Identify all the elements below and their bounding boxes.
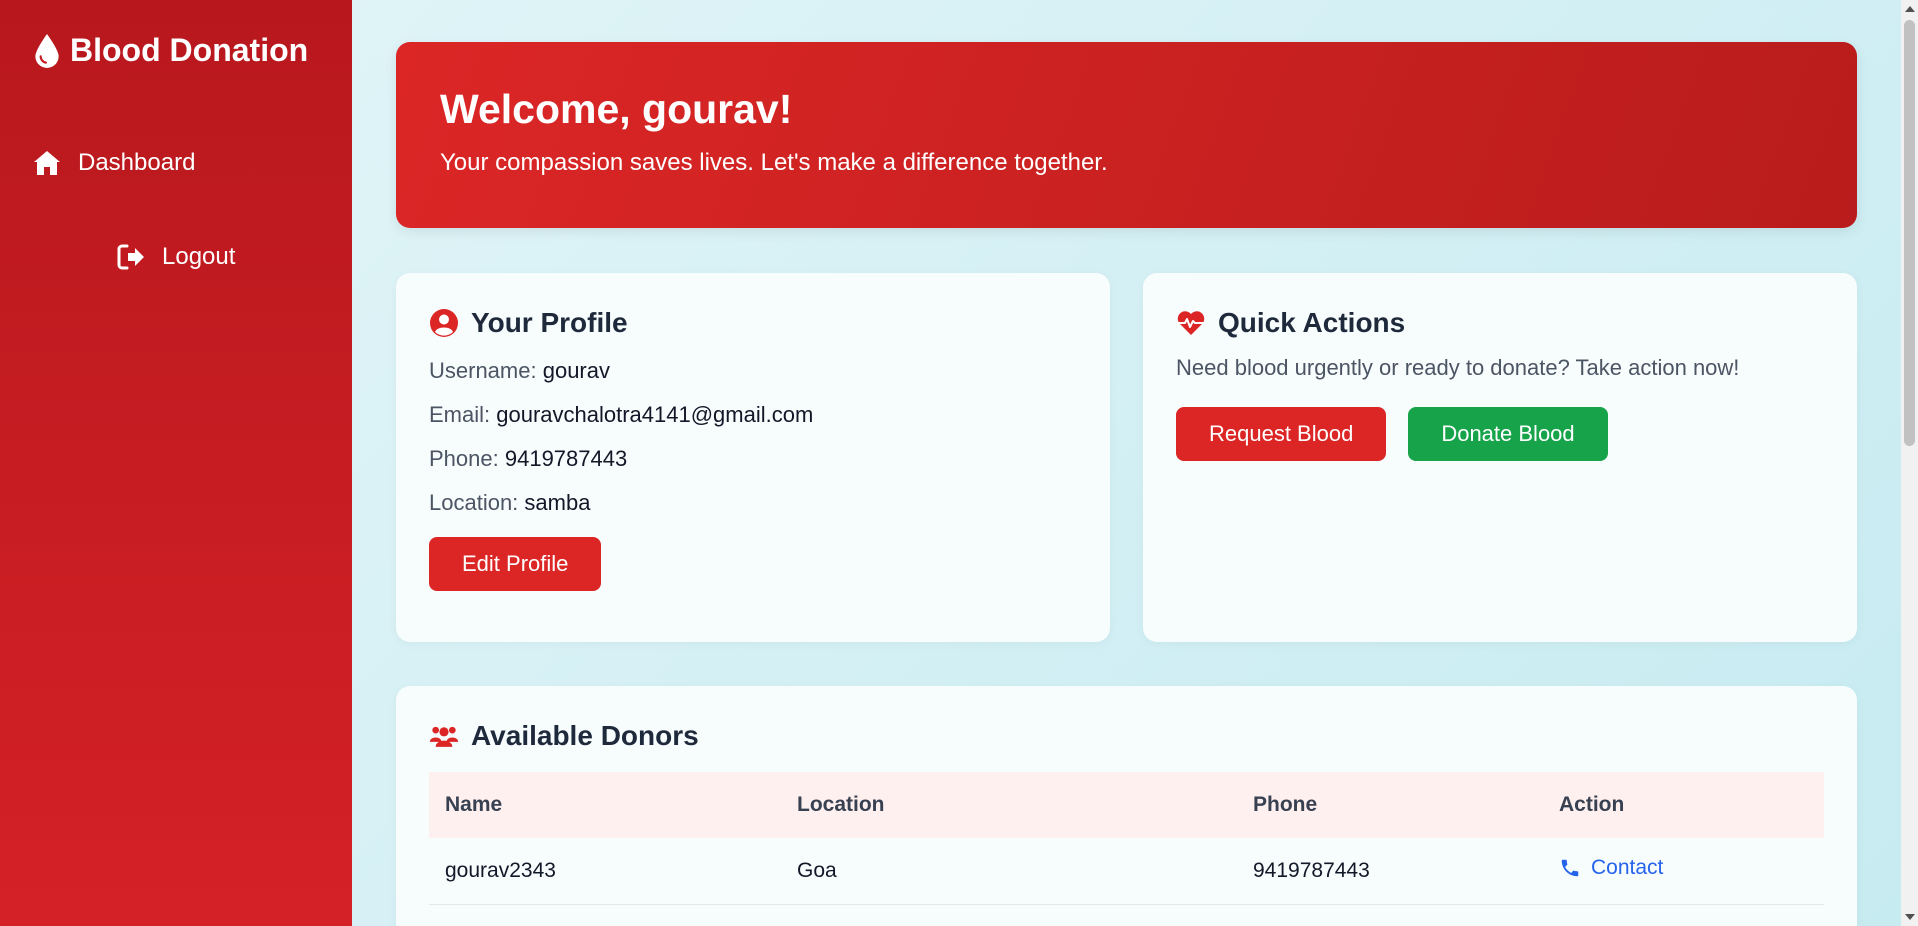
brand[interactable]: Blood Donation	[34, 32, 308, 69]
sidebar-item-logout[interactable]: Logout	[116, 242, 235, 272]
quick-actions-text: Need blood urgently or ready to donate? …	[1176, 355, 1740, 380]
field-label: Username:	[429, 358, 537, 383]
profile-username: Username: gourav	[429, 359, 1077, 383]
profile-location: Location: samba	[429, 491, 1077, 515]
phone-icon	[1561, 860, 1579, 877]
scroll-down-icon[interactable]	[1905, 914, 1915, 920]
profile-phone: Phone: 9419787443	[429, 447, 1077, 471]
donors-table: Name Location Phone Action gourav2343 Go…	[429, 772, 1824, 905]
home-icon	[34, 151, 60, 175]
column-header: Phone	[1237, 772, 1543, 838]
donors-card: Available Donors Name Location Phone Act…	[396, 686, 1857, 926]
profile-card-title: Your Profile	[429, 307, 1077, 339]
sidebar: Blood Donation Dashboard Logout	[0, 0, 352, 926]
welcome-subtitle: Your compassion saves lives. Let's make …	[440, 149, 1108, 176]
donor-action: Contact	[1543, 838, 1824, 905]
contact-link[interactable]: Contact	[1559, 856, 1663, 880]
welcome-title: Welcome, gourav!	[440, 86, 793, 132]
brand-name: Blood Donation	[70, 32, 309, 68]
page-scrollbar[interactable]	[1901, 0, 1918, 926]
profile-email: Email: gouravchalotra4141@gmail.com	[429, 403, 1077, 427]
field-label: Location:	[429, 490, 519, 515]
quick-actions-title: Quick Actions	[1176, 307, 1824, 339]
field-value: samba	[524, 490, 591, 515]
quick-actions-card: Quick Actions Need blood urgently or rea…	[1143, 273, 1857, 642]
logout-icon	[117, 244, 144, 270]
edit-profile-button[interactable]: Edit Profile	[429, 537, 602, 591]
profile-title-text: Your Profile	[471, 307, 628, 338]
table-row: gourav2343 Goa 9419787443 Contact	[429, 838, 1824, 905]
field-value: gouravchalotra4141@gmail.com	[496, 402, 814, 427]
donors-title-text: Available Donors	[471, 720, 699, 751]
donate-blood-button[interactable]: Donate Blood	[1408, 407, 1608, 461]
field-value: gourav	[542, 358, 610, 383]
blood-drop-icon	[35, 33, 59, 68]
contact-label: Contact	[1591, 856, 1664, 880]
user-circle-icon	[430, 309, 458, 337]
field-label: Phone:	[429, 446, 499, 471]
profile-card: Your Profile Username: gourav Email: gou…	[396, 273, 1110, 642]
quick-actions-buttons: Request Blood Donate Blood	[1176, 407, 1824, 461]
field-value: 9419787443	[504, 446, 628, 471]
donor-phone: 9419787443	[1237, 838, 1543, 905]
field-label: Email:	[429, 402, 491, 427]
table-header-row: Name Location Phone Action	[429, 772, 1824, 838]
column-header: Name	[429, 772, 781, 838]
sidebar-item-label: Dashboard	[78, 149, 196, 176]
column-header: Location	[781, 772, 1237, 838]
sidebar-item-dashboard[interactable]: Dashboard	[32, 148, 195, 178]
donor-name: gourav2343	[429, 838, 781, 905]
donors-title: Available Donors	[429, 720, 1824, 752]
column-header: Action	[1543, 772, 1824, 838]
quick-actions-title-text: Quick Actions	[1218, 307, 1406, 338]
scroll-thumb[interactable]	[1904, 20, 1915, 446]
sidebar-item-label: Logout	[162, 243, 236, 270]
welcome-banner: Welcome, gourav! Your compassion saves l…	[396, 42, 1857, 228]
scroll-up-icon[interactable]	[1905, 6, 1915, 12]
donor-location: Goa	[781, 838, 1237, 905]
request-blood-button[interactable]: Request Blood	[1176, 407, 1387, 461]
users-icon	[429, 726, 459, 747]
heart-pulse-icon	[1177, 311, 1205, 335]
